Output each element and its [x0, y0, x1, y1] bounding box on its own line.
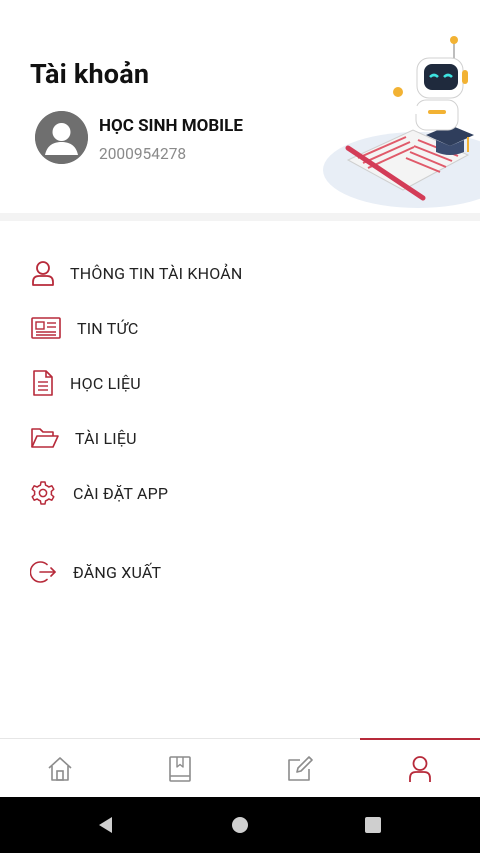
menu-item-learning-materials[interactable]: HỌC LIỆU [0, 360, 480, 406]
menu-label-learning-materials: HỌC LIỆU [70, 373, 141, 393]
folder-open-icon [30, 425, 60, 451]
home-circle-icon[interactable] [229, 814, 251, 836]
recents-icon[interactable] [362, 814, 384, 836]
nav-tab-account[interactable] [360, 738, 480, 798]
gear-icon [30, 480, 56, 506]
user-name: HỌC SINH MOBILE [99, 116, 243, 136]
user-icon [30, 260, 56, 286]
menu-label-documents: TÀI LIỆU [75, 428, 137, 448]
logout-icon [30, 559, 56, 585]
menu-item-account-info[interactable]: THÔNG TIN TÀI KHOẢN [0, 250, 480, 296]
book-icon [169, 755, 191, 782]
menu-label-logout: ĐĂNG XUẤT [73, 562, 162, 582]
menu-item-documents[interactable]: TÀI LIỆU [0, 415, 480, 461]
nav-tab-edit[interactable] [240, 739, 360, 798]
nav-tab-home[interactable] [0, 739, 120, 798]
user-id: 2000954278 [99, 145, 187, 163]
menu-label-account-info: THÔNG TIN TÀI KHOẢN [70, 263, 243, 283]
nav-tab-book[interactable] [120, 739, 240, 798]
system-navigation-bar [0, 797, 480, 853]
account-screen: Tài khoản HỌC SINH MOBILE 2000954278 THÔ… [0, 0, 480, 853]
menu-label-app-settings: CÀI ĐẶT APP [73, 483, 169, 503]
home-icon [48, 756, 72, 781]
back-icon[interactable] [95, 814, 117, 836]
document-icon [30, 370, 56, 396]
menu-item-app-settings[interactable]: CÀI ĐẶT APP [0, 470, 480, 516]
user-avatar-icon [35, 111, 88, 164]
bottom-nav [0, 738, 480, 797]
header-divider [0, 213, 480, 221]
menu-item-news[interactable]: TIN TỨC [0, 305, 480, 351]
menu-item-logout[interactable]: ĐĂNG XUẤT [0, 549, 480, 595]
newspaper-icon [30, 315, 62, 341]
user-icon [409, 755, 431, 782]
page-title: Tài khoản [30, 58, 150, 90]
edit-icon [288, 755, 313, 781]
robot-illustration [323, 36, 480, 208]
avatar[interactable] [35, 111, 88, 164]
menu-label-news: TIN TỨC [77, 318, 139, 338]
account-header: Tài khoản HỌC SINH MOBILE 2000954278 [0, 0, 480, 213]
